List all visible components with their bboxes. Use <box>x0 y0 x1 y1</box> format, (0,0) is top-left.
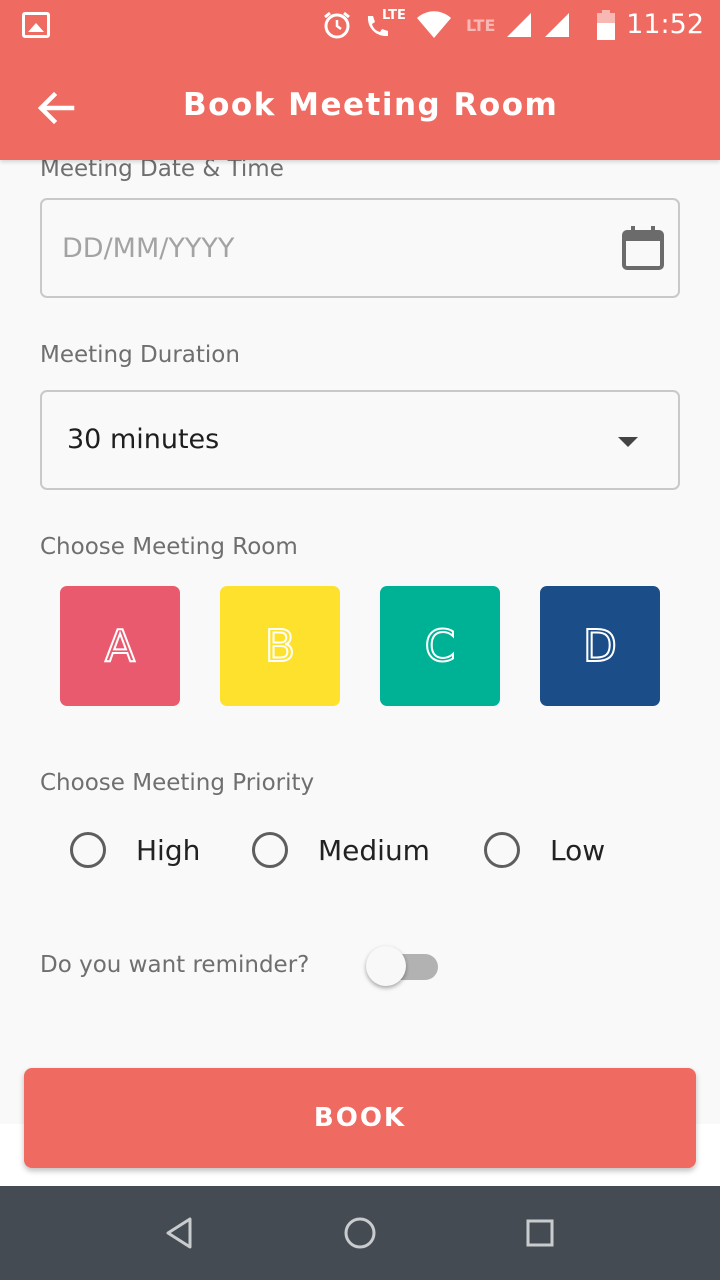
system-nav-bar <box>0 1186 720 1280</box>
page-title: Book Meeting Room <box>183 87 559 123</box>
reminder-toggle[interactable] <box>366 946 440 988</box>
room-b-button[interactable]: B <box>220 586 340 706</box>
app-bar: LTE LTE 11:52 Book Meeting Room <box>0 0 720 160</box>
dropdown-arrow-icon <box>618 437 638 447</box>
radio-medium[interactable] <box>252 832 288 868</box>
room-label: Choose Meeting Room <box>40 534 298 560</box>
priority-low-label: Low <box>550 833 606 867</box>
radio-high[interactable] <box>70 832 106 868</box>
toggle-thumb <box>366 946 406 986</box>
room-a-letter: A <box>104 620 136 673</box>
battery-icon <box>597 10 616 40</box>
room-c-button[interactable]: C <box>380 586 500 706</box>
room-options: A B C D <box>60 586 660 706</box>
book-button[interactable]: BOOK <box>24 1068 696 1168</box>
calendar-icon[interactable] <box>622 226 664 270</box>
image-icon <box>22 12 50 38</box>
back-button[interactable] <box>30 82 82 134</box>
alarm-icon <box>324 11 350 39</box>
signal-icon <box>545 13 570 37</box>
room-c-letter: C <box>424 620 457 673</box>
reminder-label: Do you want reminder? <box>40 952 310 978</box>
priority-high-option[interactable]: High <box>70 820 200 880</box>
wifi-icon <box>417 11 451 38</box>
radio-low[interactable] <box>484 832 520 868</box>
priority-high-label: High <box>136 833 201 867</box>
room-b-letter: B <box>264 620 296 673</box>
status-icons: LTE LTE <box>322 6 617 44</box>
lte-label-2: LTE <box>466 15 496 35</box>
duration-label: Meeting Duration <box>40 342 240 368</box>
duration-select[interactable]: 30 minutes <box>40 390 680 490</box>
signal-icon <box>507 13 532 37</box>
room-a-button[interactable]: A <box>60 586 180 706</box>
priority-label: Choose Meeting Priority <box>40 770 315 796</box>
back-triangle-icon[interactable] <box>160 1213 200 1253</box>
room-d-letter: D <box>582 620 618 673</box>
recents-square-icon[interactable] <box>520 1213 560 1253</box>
arrow-left-icon <box>37 91 75 125</box>
date-field[interactable] <box>40 198 680 298</box>
priority-medium-label: Medium <box>318 833 430 867</box>
lte-label: LTE <box>382 8 406 23</box>
status-time: 11:52 <box>626 9 704 40</box>
date-input[interactable] <box>62 200 602 296</box>
priority-medium-option[interactable]: Medium <box>252 820 430 880</box>
priority-radio-group: High Medium Low <box>0 820 720 880</box>
room-d-button[interactable]: D <box>540 586 660 706</box>
priority-low-option[interactable]: Low <box>484 820 605 880</box>
duration-value: 30 minutes <box>67 424 220 455</box>
lte-call-icon: LTE <box>362 8 406 40</box>
home-circle-icon[interactable] <box>340 1213 380 1253</box>
status-bar: LTE LTE 11:52 <box>0 0 720 50</box>
